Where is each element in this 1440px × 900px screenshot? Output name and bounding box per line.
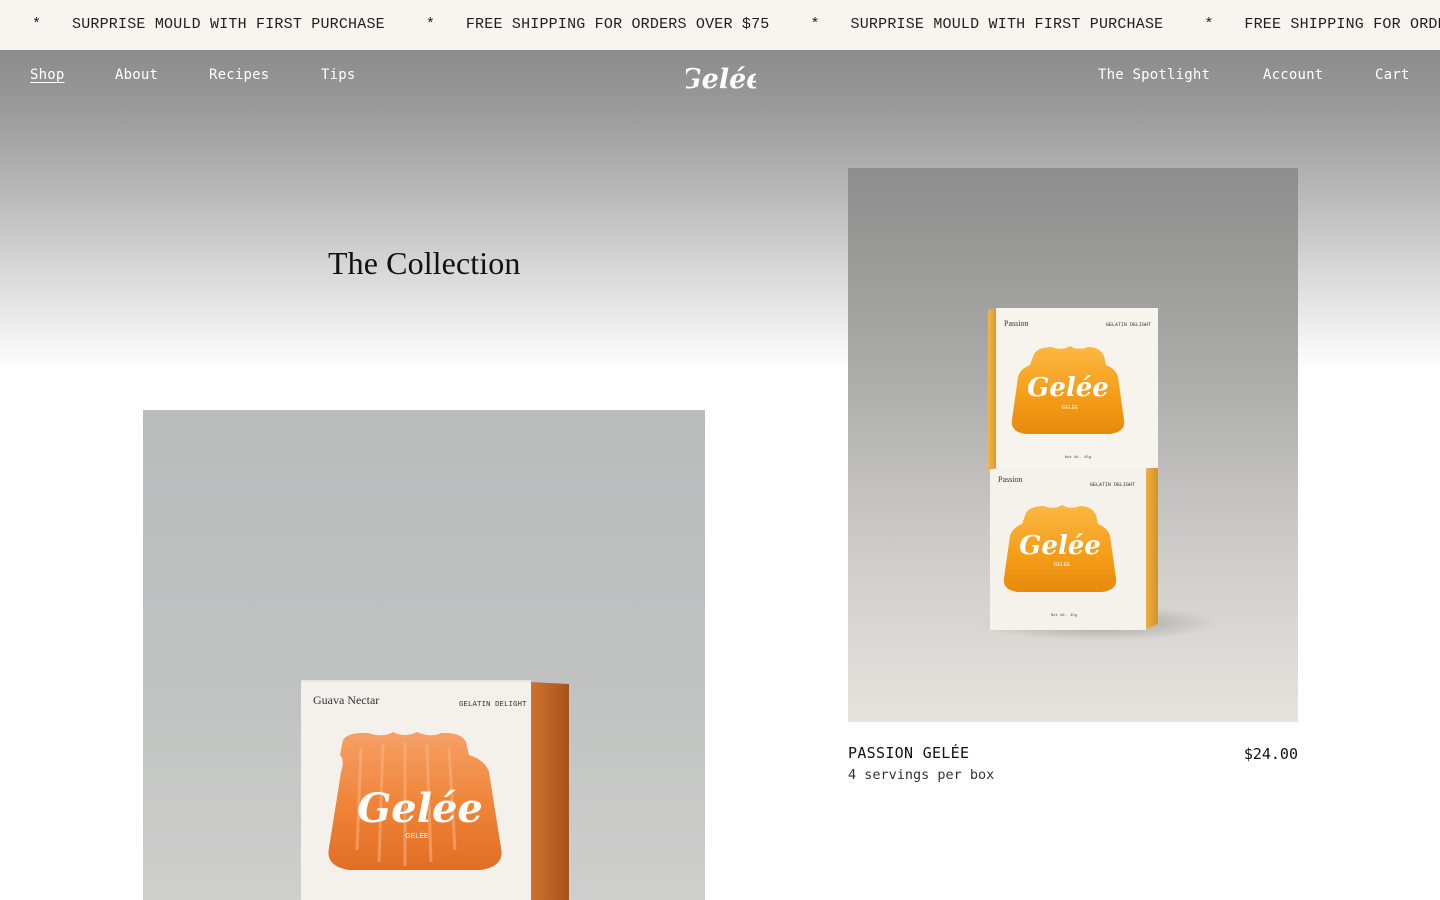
announcement-item: *FREE SHIPPING FOR ORDERS OVER $75 <box>1204 16 1440 33</box>
product-image-guava[interactable]: Guava Nectar GELATIN DELIGHT Gelée GELÉE <box>143 410 705 900</box>
svg-text:Passion: Passion <box>998 475 1022 484</box>
nav-link-about[interactable]: About <box>115 67 158 83</box>
svg-text:GELATIN DELIGHT: GELATIN DELIGHT <box>459 701 527 709</box>
brand-logo-mark: Gelée <box>679 64 764 95</box>
nav-link-cart[interactable]: Cart <box>1375 67 1410 83</box>
product-name[interactable]: PASSION GELÉE <box>848 744 969 762</box>
svg-text:GELATIN DELIGHT: GELATIN DELIGHT <box>1090 482 1135 488</box>
svg-text:Net Wt. 45g: Net Wt. 45g <box>1065 456 1092 460</box>
svg-text:GELÉE: GELÉE <box>1062 404 1079 411</box>
nav-link-spotlight[interactable]: The Spotlight <box>1098 67 1210 83</box>
nav-link-tips[interactable]: Tips <box>321 67 356 83</box>
svg-text:GELÉE: GELÉE <box>1054 561 1071 568</box>
nav-link-account[interactable]: Account <box>1263 67 1323 83</box>
product-subtitle: 4 servings per box <box>848 767 995 783</box>
svg-text:Gelée: Gelée <box>686 64 756 95</box>
brand-logo[interactable]: Gelée <box>679 60 764 96</box>
svg-text:Gelée: Gelée <box>357 785 483 832</box>
announcement-bar: * SURPRISE MOULD WITH FIRST PURCHASE * FRE… <box>0 0 1440 50</box>
svg-text:Net Wt. 45g: Net Wt. 45g <box>1051 614 1078 618</box>
product-price: $24.00 <box>1243 745 1298 763</box>
nav-link-recipes[interactable]: Recipes <box>209 67 269 83</box>
announcement-item: * SURPRISE MOULD WITH FIRST PURCHASE <box>32 16 385 33</box>
page-title: The Collection <box>328 245 521 281</box>
svg-text:Passion: Passion <box>1004 319 1028 328</box>
announcement-item: * SURPRISE MOULD WITH FIRST PURCHASE <box>810 16 1164 33</box>
product-image-passion[interactable]: Passion GELATIN DELIGHT Gelée GELÉE Net … <box>848 168 1298 722</box>
product-box-illustration: Guava Nectar GELATIN DELIGHT Gelée GELÉE <box>301 680 569 900</box>
svg-text:GELÉE: GELÉE <box>405 831 429 840</box>
svg-text:Gelée: Gelée <box>1019 531 1101 561</box>
svg-text:Guava Nectar: Guava Nectar <box>313 693 379 707</box>
product-box-illustration: Passion GELATIN DELIGHT Gelée GELÉE Net … <box>978 308 1218 641</box>
svg-text:GELATIN DELIGHT: GELATIN DELIGHT <box>1106 322 1151 328</box>
announcement-item: *FREE SHIPPING FOR ORDERS OVER $75 <box>425 16 770 33</box>
svg-text:Gelée: Gelée <box>1027 373 1109 403</box>
nav-link-shop[interactable]: Shop <box>30 67 65 83</box>
